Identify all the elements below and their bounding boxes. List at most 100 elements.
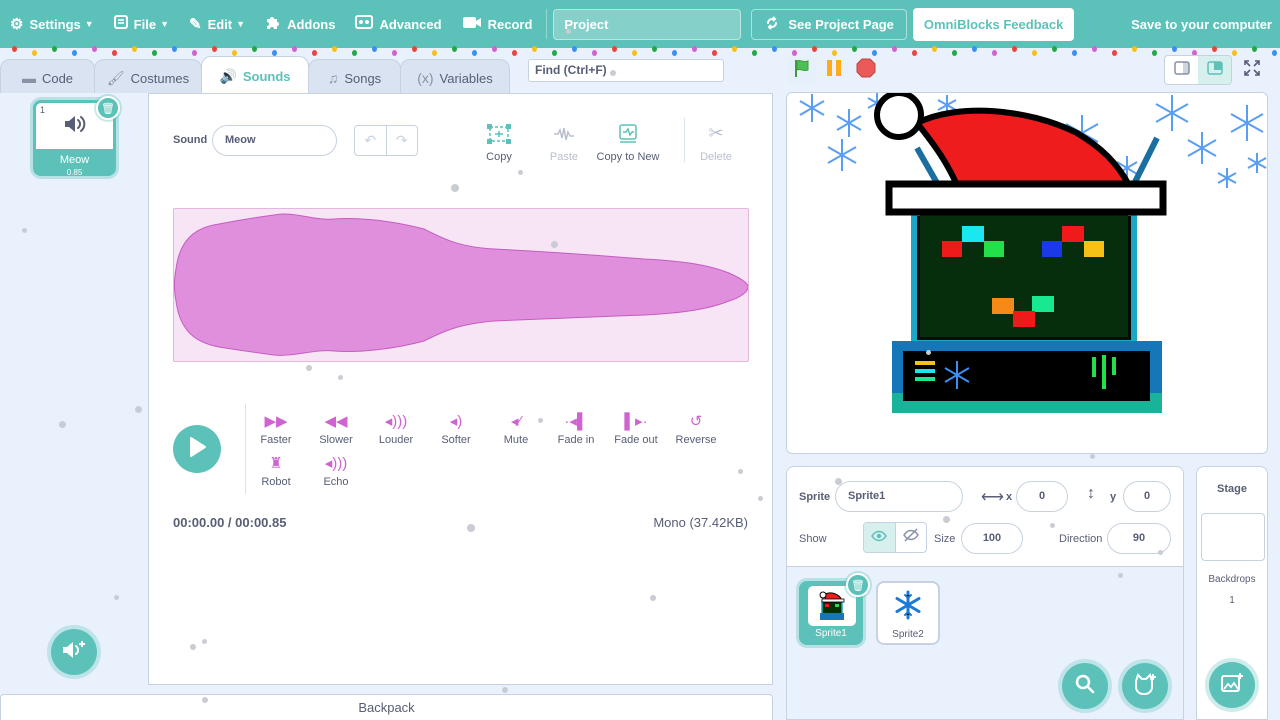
undo-redo-group: ↶ ↷ xyxy=(354,125,418,156)
tab-sounds[interactable]: 🔊 Sounds xyxy=(201,56,309,96)
record-menu[interactable]: Record xyxy=(452,0,543,48)
effect-slower-label: Slower xyxy=(319,434,353,446)
delete-button[interactable]: ✂ Delete xyxy=(681,123,751,163)
faster-icon: ▶▶ xyxy=(264,413,288,430)
copy-to-new-label: Copy to New xyxy=(596,151,660,163)
softer-icon: ◂) xyxy=(449,413,463,430)
music-note-icon: ♫ xyxy=(327,70,339,86)
small-stage-button[interactable] xyxy=(1165,56,1198,84)
slower-icon: ◀◀ xyxy=(324,413,348,430)
normal-stage-button[interactable] xyxy=(1198,56,1231,84)
play-sound-button[interactable] xyxy=(173,425,221,473)
add-sound-button[interactable] xyxy=(51,629,97,675)
size-label: Size xyxy=(934,533,956,545)
copy-to-new-icon xyxy=(593,123,663,151)
code-icon: ▬ xyxy=(21,70,36,86)
advanced-menu-label: Advanced xyxy=(379,16,442,32)
file-menu[interactable]: File ▼ xyxy=(104,0,179,48)
edit-menu[interactable]: ✎ Edit ▼ xyxy=(179,0,255,48)
effect-fade-out-button[interactable]: ▌▸· Fade out xyxy=(606,412,666,446)
tab-songs-label: Songs xyxy=(344,70,382,86)
settings-menu[interactable]: ⚙ Settings ▼ xyxy=(0,0,104,48)
undo-button[interactable]: ↶ xyxy=(355,126,387,155)
delete-sprite-button[interactable]: 🗑 xyxy=(846,573,870,597)
snowflake-dot xyxy=(502,687,508,693)
see-project-page-button[interactable]: See Project Page xyxy=(751,8,907,40)
effect-slower-button[interactable]: ◀◀ Slower xyxy=(306,412,366,446)
light-bulb xyxy=(752,50,757,56)
effect-mute-button[interactable]: ◂⁄ Mute xyxy=(486,412,546,446)
direction-input[interactable]: 90 xyxy=(1107,523,1171,554)
light-bulb xyxy=(552,50,557,56)
show-visible-button[interactable] xyxy=(864,523,896,552)
find-input[interactable]: Find (Ctrl+F) xyxy=(528,59,724,82)
feedback-button[interactable]: OmniBlocks Feedback xyxy=(912,7,1075,41)
chevron-down-icon: ▼ xyxy=(84,19,94,29)
light-bulb xyxy=(512,50,517,56)
settings-menu-label: Settings xyxy=(29,16,81,32)
backpack-bar[interactable]: Backpack xyxy=(0,694,773,720)
delete-sound-button[interactable]: 🗑 xyxy=(96,96,120,120)
light-bulb xyxy=(1112,50,1117,56)
project-title-input[interactable]: Project xyxy=(553,8,742,40)
paste-button[interactable]: Paste xyxy=(529,123,599,163)
tab-variables[interactable]: (x) Variables xyxy=(400,59,510,96)
size-input[interactable]: 100 xyxy=(961,523,1023,554)
sprite-thumb-sprite2[interactable]: Sprite2 xyxy=(876,581,940,645)
stage-canvas[interactable] xyxy=(786,92,1268,454)
sprite2-costume xyxy=(884,585,932,625)
playback-time: 00:00.00 / 00:00.85 xyxy=(173,515,287,530)
redo-button[interactable]: ↷ xyxy=(387,126,418,155)
menu-divider xyxy=(546,9,548,39)
effect-softer-label: Softer xyxy=(441,434,471,446)
sound-editor: Sound Meow ↶ ↷ Copy Paste Copy to New ✂ … xyxy=(149,93,773,685)
x-label: x xyxy=(1006,491,1013,503)
paste-icon xyxy=(529,123,599,151)
green-flag-button[interactable] xyxy=(788,56,816,84)
trash-icon: 🗑 xyxy=(101,102,115,115)
effect-louder-button[interactable]: ◂))) Louder xyxy=(366,412,426,446)
light-bulb xyxy=(1272,50,1277,56)
edit-menu-label: Edit xyxy=(207,16,233,32)
copy-to-new-button[interactable]: Copy to New xyxy=(593,123,663,163)
eye-slash-icon xyxy=(902,528,919,547)
effect-reverse-button[interactable]: ↺ Reverse xyxy=(666,412,726,446)
sound-format-info: Mono (37.42KB) xyxy=(653,515,748,530)
effect-fade-in-button[interactable]: ·◂▌ Fade in xyxy=(546,412,606,446)
tab-variables-label: Variables xyxy=(439,70,493,86)
stop-button[interactable] xyxy=(854,56,878,84)
pause-icon xyxy=(824,58,844,83)
addons-menu[interactable]: Addons xyxy=(255,0,345,48)
waveform-display[interactable] xyxy=(173,208,749,362)
save-to-computer-button[interactable]: Save to your computer xyxy=(1131,0,1272,48)
add-backdrop-button[interactable] xyxy=(1209,662,1255,708)
tab-code[interactable]: ▬ Code xyxy=(0,59,95,96)
x-input[interactable]: 0 xyxy=(1016,481,1068,512)
copy-button[interactable]: Copy xyxy=(464,123,534,163)
tab-costumes[interactable]: 🖌 Costumes xyxy=(94,59,202,96)
show-hidden-button[interactable] xyxy=(896,523,927,552)
effect-fade-in-label: Fade in xyxy=(557,434,595,446)
add-sprite-button[interactable] xyxy=(1122,663,1168,709)
effect-robot-button[interactable]: ♜ Robot xyxy=(246,454,306,488)
effect-softer-button[interactable]: ◂) Softer xyxy=(426,412,486,446)
link-icon xyxy=(764,15,780,34)
effect-echo-button[interactable]: ◂))) Echo xyxy=(306,454,366,488)
effect-mute-label: Mute xyxy=(503,434,529,446)
addons-menu-label: Addons xyxy=(287,16,336,32)
louder-icon: ◂))) xyxy=(384,413,408,430)
y-input[interactable]: 0 xyxy=(1123,481,1171,512)
sound-name-input[interactable]: Meow xyxy=(212,125,337,156)
search-sprite-button[interactable] xyxy=(1062,663,1108,709)
effect-faster-button[interactable]: ▶▶ Faster xyxy=(246,412,306,446)
reverse-icon: ↺ xyxy=(689,413,703,430)
add-sound-icon xyxy=(61,639,87,666)
advanced-menu[interactable]: Advanced xyxy=(345,0,451,48)
y-arrows-icon: ↕ xyxy=(1087,485,1095,502)
fullscreen-icon xyxy=(1244,59,1260,81)
fullscreen-button[interactable] xyxy=(1238,56,1266,84)
pause-button[interactable] xyxy=(822,56,846,84)
sprite-name-input[interactable]: Sprite1 xyxy=(835,481,963,512)
sprite-name-label: Sprite xyxy=(799,491,831,503)
tab-songs[interactable]: ♫ Songs xyxy=(308,59,401,96)
